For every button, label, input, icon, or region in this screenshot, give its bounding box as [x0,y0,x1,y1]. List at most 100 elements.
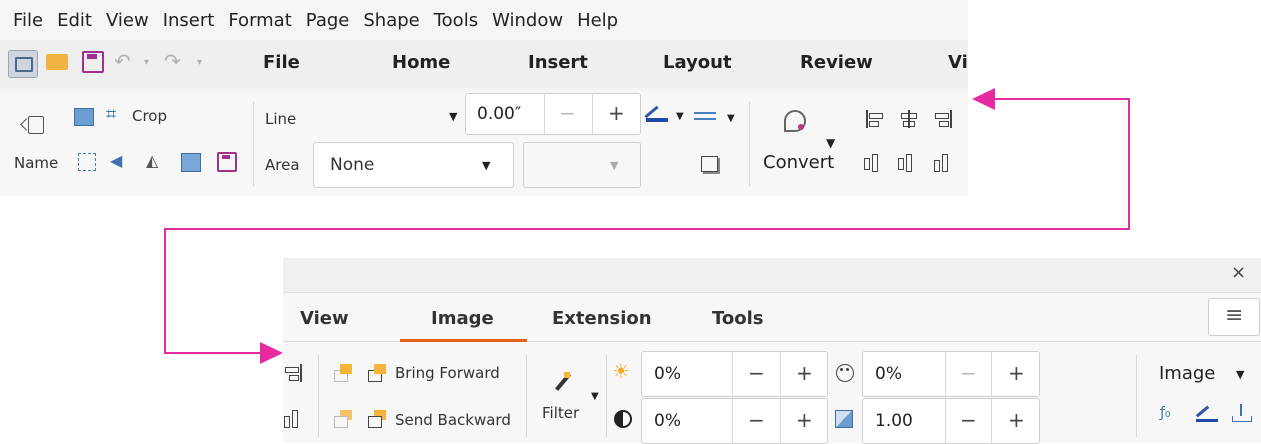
transparency-value[interactable]: 0% [875,364,902,384]
brightness-decrease-button[interactable]: − [748,361,765,385]
area-color-dropdown[interactable]: ▼ [523,142,641,188]
menu-shape[interactable]: Shape [356,10,426,31]
tab-extension[interactable]: Extension [552,308,652,329]
undo-dropdown-icon[interactable]: ▾ [144,54,149,72]
send-to-back-icon[interactable] [334,410,354,428]
align-center-icon[interactable] [900,110,918,128]
separator [732,399,733,443]
arrow-style-dropdown-icon[interactable]: ▼ [727,110,735,128]
active-tab-indicator [400,339,527,342]
line-width-increase-button[interactable]: + [608,101,625,125]
menu-file[interactable]: File [0,10,50,31]
open-folder-icon[interactable] [46,54,68,70]
transparency-increase-button[interactable]: + [1008,361,1025,385]
align-middle-icon[interactable] [898,154,916,172]
line-style-icon[interactable] [1195,404,1218,422]
bring-forward-label[interactable]: Bring Forward [395,364,500,382]
brightness-icon: ☀ [612,359,630,383]
separator [749,102,750,186]
line-width-decrease-button[interactable]: − [559,101,576,125]
sidebar-toggle-icon[interactable] [8,50,38,78]
menu-help[interactable]: Help [570,10,625,31]
anchor-icon[interactable] [1230,404,1252,422]
brightness-spinbox[interactable]: 0% − + [641,351,828,397]
align-right-icon[interactable] [934,110,952,128]
contrast-value[interactable]: 0% [654,411,681,431]
convert-icon[interactable] [782,106,808,134]
send-backward-label[interactable]: Send Backward [395,411,511,429]
edit-image-icon[interactable] [74,108,94,126]
menu-format[interactable]: Format [221,10,298,31]
crop-icon[interactable]: ⌗ [106,106,116,124]
tab-image[interactable]: Image [431,308,494,329]
redo-icon[interactable]: ↷ [164,51,181,71]
save-icon[interactable] [82,51,104,73]
undo-icon[interactable]: ↶ [114,51,131,71]
send-backward-icon[interactable] [368,410,388,428]
separator [780,399,781,443]
filter-dropdown-icon[interactable]: ▼ [591,388,599,406]
transparency-decrease-button[interactable]: − [960,361,977,385]
separator [318,355,319,437]
menu-edit[interactable]: Edit [50,10,99,31]
image-properties-icon[interactable]: ƒ₀ [1160,404,1171,422]
menu-window[interactable]: Window [485,10,570,31]
brightness-increase-button[interactable]: + [796,361,813,385]
align-left-icon[interactable] [866,110,883,128]
tab-insert[interactable]: Insert [528,52,588,73]
contrast-increase-button[interactable]: + [796,408,813,432]
menu-view[interactable]: View [99,10,156,31]
filter-label[interactable]: Filter [542,404,579,422]
image-menu-label[interactable]: Image [1159,363,1215,384]
gamma-decrease-button[interactable]: − [960,408,977,432]
tab-layout[interactable]: Layout [663,52,732,73]
save-image-icon[interactable] [217,152,237,172]
line-width-value[interactable]: 0.00″ [477,104,521,124]
image-toolbar: Name ⌗ Crop ◀ ◭ Line Area ▼ 0.00″ − + No… [0,92,968,196]
filter-wand-icon[interactable] [553,372,573,392]
tab-tools[interactable]: Tools [712,308,764,329]
tab-review[interactable]: Review [800,52,873,73]
menu-tools[interactable]: Tools [427,10,485,31]
tab-home[interactable]: Home [392,52,450,73]
bring-forward-icon[interactable] [368,364,388,382]
contrast-decrease-button[interactable]: − [748,408,765,432]
image-gallery-icon[interactable] [181,153,201,172]
contrast-spinbox[interactable]: 0% − + [641,398,828,444]
transparency-spinbox[interactable]: 0% − + [862,351,1040,397]
tab-view-cut[interactable]: Vi [948,52,968,73]
menu-insert[interactable]: Insert [156,10,222,31]
frame-select-icon[interactable] [78,153,96,171]
line-color-dropdown-icon[interactable]: ▼ [676,108,684,126]
flip-horizontal-icon[interactable]: ◭ [146,152,158,170]
shadow-icon[interactable] [701,156,718,172]
hamburger-menu-button[interactable]: ≡ [1208,298,1260,336]
bring-to-front-icon[interactable] [334,364,354,382]
name-label[interactable]: Name [14,154,58,172]
contrast-icon [614,410,632,428]
align-right-icon[interactable] [284,364,302,382]
arrow-style-icon[interactable] [694,110,718,122]
redo-dropdown-icon[interactable]: ▾ [197,54,202,72]
crop-label[interactable]: Crop [132,107,167,125]
line-color-icon[interactable] [644,102,668,122]
menu-page[interactable]: Page [299,10,357,31]
convert-label[interactable]: Convert [763,152,834,173]
convert-dropdown-icon[interactable]: ▼ [826,134,835,152]
gamma-value[interactable]: 1.00 [875,411,913,431]
tab-view[interactable]: View [300,308,349,329]
align-bottom-icon[interactable] [934,154,952,172]
close-icon[interactable]: × [1231,262,1246,283]
image-menu-dropdown-icon[interactable]: ▼ [1236,366,1244,384]
gamma-increase-button[interactable]: + [1008,408,1025,432]
area-fill-dropdown[interactable]: None ▼ [313,142,514,188]
align-bottom-icon[interactable] [284,410,302,428]
tab-file[interactable]: File [263,52,300,73]
line-width-spinbox[interactable]: 0.00″ − + [465,93,641,135]
line-style-dropdown-icon[interactable]: ▼ [449,108,457,126]
brightness-value[interactable]: 0% [654,364,681,384]
flip-vertical-icon[interactable]: ◀ [110,152,122,170]
gamma-spinbox[interactable]: 1.00 − + [862,398,1040,444]
name-tag-icon[interactable] [20,114,46,136]
align-top-icon[interactable] [864,154,882,172]
